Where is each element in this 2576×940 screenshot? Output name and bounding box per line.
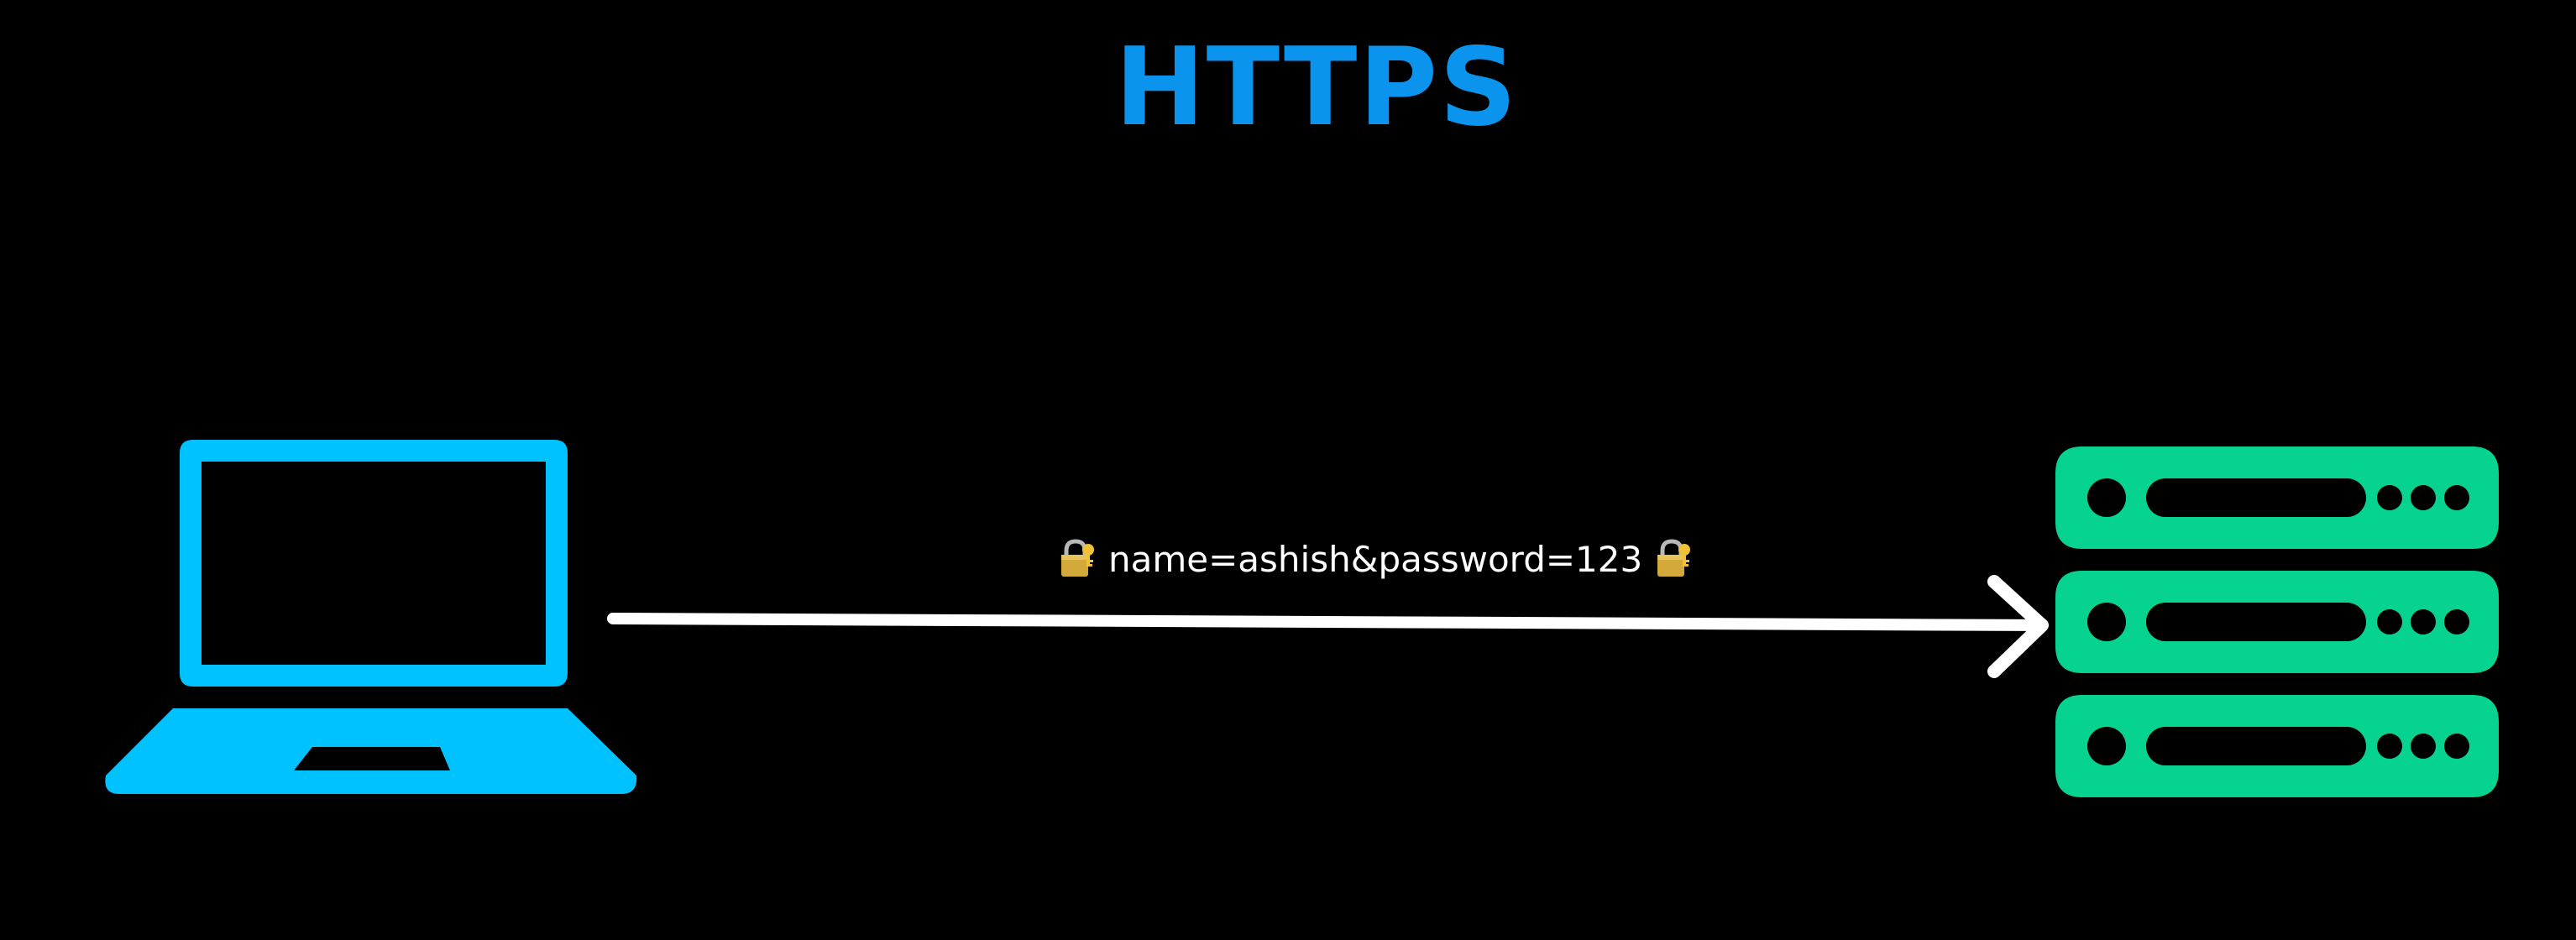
locked-with-key-icon xyxy=(1657,539,1691,577)
https-diagram xyxy=(105,440,2499,797)
encrypted-message: name=ashish&password=123 xyxy=(1058,534,1693,584)
laptop-icon xyxy=(105,440,637,794)
server-rack-icon xyxy=(2055,446,2499,797)
laptop-screen xyxy=(180,440,568,687)
laptop-base xyxy=(105,708,637,794)
locked-with-key-icon xyxy=(1061,539,1094,577)
arrow-shaft xyxy=(607,613,2046,631)
message-text: name=ashish&password=123 xyxy=(1108,538,1643,580)
request-arrow xyxy=(607,575,2049,678)
